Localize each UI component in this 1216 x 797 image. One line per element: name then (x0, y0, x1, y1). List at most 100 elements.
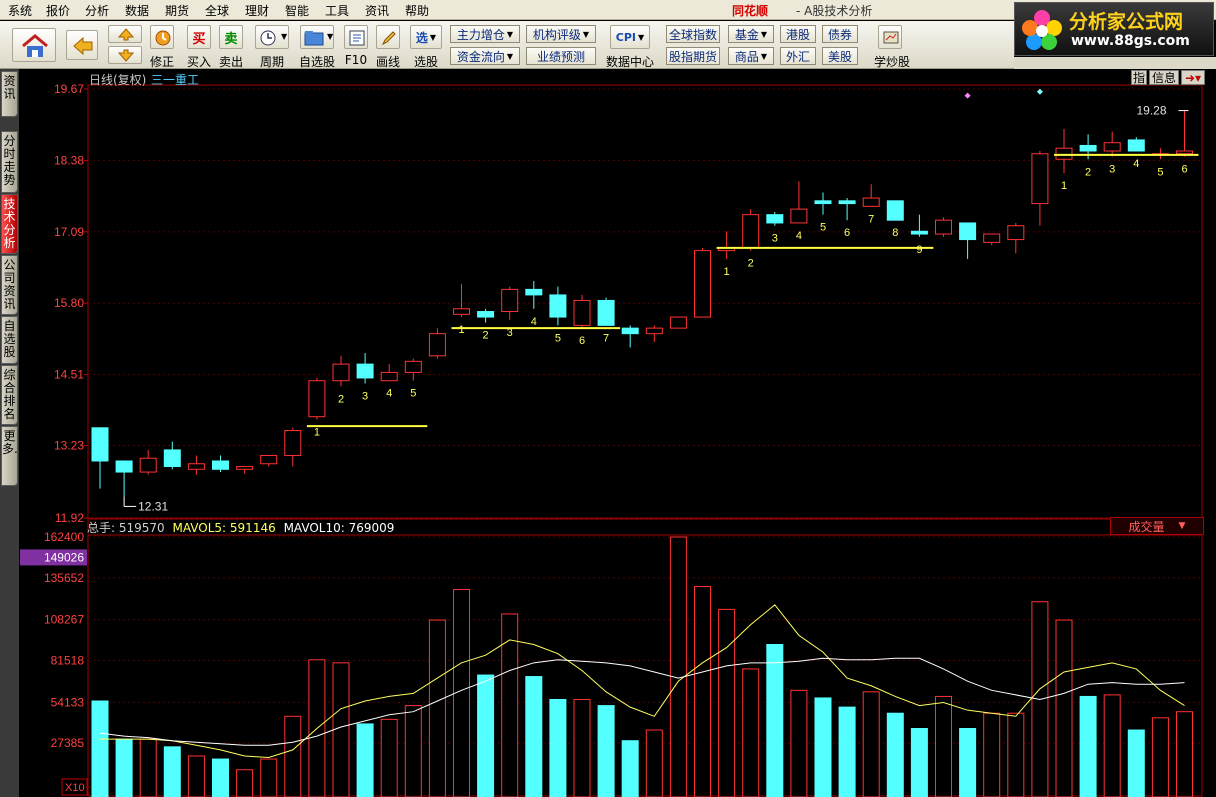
candle-body (260, 454, 278, 465)
expand-panel-button[interactable]: ➜▾ (1181, 70, 1205, 85)
home-button[interactable] (12, 28, 56, 62)
candle-body (453, 308, 470, 315)
fund-button[interactable]: 基金 ▼ (728, 25, 774, 43)
platform-count-label: 1 (724, 266, 730, 278)
platform-count-label: 7 (868, 213, 874, 225)
page-up-button[interactable] (108, 25, 142, 43)
platform-count-label: 7 (603, 332, 609, 344)
menu-futures[interactable]: 期货 (165, 2, 189, 19)
menu-smart[interactable]: 智能 (285, 2, 309, 19)
tab-watchlist[interactable]: 自选股 (1, 316, 18, 364)
institution-rating-label: 机构评级 (532, 27, 581, 42)
f10-button[interactable] (344, 25, 368, 49)
refresh-button[interactable] (150, 25, 174, 49)
tab-company[interactable]: 公司资讯 (1, 255, 18, 315)
menu-analysis[interactable]: 分析 (85, 2, 109, 19)
price-axis-label: 18.38 (54, 153, 84, 167)
tab-technical[interactable]: 技术分析 (1, 194, 18, 254)
back-button[interactable] (66, 30, 98, 60)
sell-button[interactable]: 卖 (219, 25, 243, 49)
watchlist-button[interactable]: ▼ (300, 25, 334, 49)
chevron-down-icon: ▼ (327, 32, 334, 41)
price-axis-label: 15.80 (54, 296, 84, 310)
kline-chart[interactable]: 19.67 18.38 17.09 15.80 14.51 13.23 11.92 16240… (19, 69, 1216, 797)
stock-picker-glyph: 选 (415, 30, 428, 45)
app-subtitle: - A股技术分析 (796, 4, 873, 18)
ad-url: www.88gs.com (1071, 33, 1190, 49)
menu-system[interactable]: 系统 (8, 2, 32, 19)
chart-area[interactable]: 19.67 18.38 17.09 15.80 14.51 13.23 11.92 16240… (19, 69, 1216, 797)
document-icon (349, 30, 365, 46)
stock-picker-button[interactable]: 选 ▼ (410, 25, 442, 49)
chevron-down-icon: ▼ (760, 29, 768, 39)
volume-bar (645, 729, 663, 797)
price-axis-label: 14.51 (54, 368, 84, 382)
data-center-label: 数据中心 (605, 55, 654, 69)
page-down-button[interactable] (108, 46, 142, 64)
main-force-button[interactable]: 主力增仓 ▼ (450, 25, 520, 43)
volume-bar (621, 740, 639, 797)
period-button[interactable]: ▼ (255, 25, 289, 49)
platform-count-label: 1 (1061, 180, 1067, 192)
buy-button[interactable]: 买 (187, 25, 211, 49)
learn-button[interactable] (878, 25, 902, 49)
volume-bar (332, 662, 350, 797)
hk-stock-button[interactable]: 港股 (780, 25, 816, 43)
candle-body (236, 466, 254, 470)
menu-quote[interactable]: 报价 (46, 2, 70, 19)
menu-global[interactable]: 全球 (205, 2, 229, 19)
candle-body (694, 250, 711, 318)
bond-button[interactable]: 债券 (822, 25, 858, 43)
fund-flow-button[interactable]: 资金流向 ▼ (450, 47, 520, 65)
candle-body (935, 219, 952, 235)
tab-news-label: 资讯 (3, 74, 16, 101)
earnings-forecast-button[interactable]: 业绩预测 (526, 47, 596, 65)
chevron-down-icon: ▼ (281, 32, 288, 41)
candle-body (573, 299, 591, 326)
menu-tools[interactable]: 工具 (325, 2, 349, 19)
forex-label: 外汇 (785, 49, 810, 64)
app-brand: 同花顺 (732, 4, 769, 18)
volume-bar (187, 755, 205, 797)
tab-intraday[interactable]: 分时走势 (1, 131, 18, 193)
data-center-button[interactable]: CPI ▼ (610, 25, 650, 49)
draw-line-button[interactable] (376, 25, 400, 49)
forex-button[interactable]: 外汇 (780, 47, 816, 65)
menu-data[interactable]: 数据 (125, 2, 149, 19)
clock-icon (260, 30, 276, 46)
cpi-glyph: CPI (615, 30, 637, 44)
us-stock-button[interactable]: 美股 (822, 47, 858, 65)
candle-body (983, 233, 1001, 243)
period-label: 周期 (259, 55, 284, 69)
indicator-selector[interactable]: 成交量 ▼ (1110, 517, 1204, 535)
index-futures-button[interactable]: 股指期货 (666, 47, 720, 65)
menu-finance[interactable]: 理财 (245, 2, 269, 19)
ad-banner[interactable]: 分析家公式网 www.88gs.com (1014, 2, 1214, 56)
menu-news[interactable]: 资讯 (365, 2, 389, 19)
info-button[interactable]: 信息 (1149, 70, 1179, 85)
tab-ranking[interactable]: 综合排名 (1, 365, 18, 425)
volume-bar (1127, 729, 1145, 797)
global-index-button[interactable]: 全球指数 (666, 25, 720, 43)
volume-bar (380, 718, 398, 797)
chevron-down-icon: ▼ (582, 29, 590, 39)
tab-news[interactable]: 资讯 (1, 71, 18, 117)
commodity-label: 商品 (734, 49, 759, 64)
candle-body (742, 214, 760, 249)
home-icon (22, 34, 48, 57)
highlight-value-label: 149026 (44, 550, 84, 564)
commodity-button[interactable]: 商品 ▼ (728, 47, 774, 65)
platform-count-label: 8 (892, 227, 898, 239)
menu-help[interactable]: 帮助 (405, 2, 429, 19)
info-label: 信息 (1151, 71, 1176, 85)
chevron-down-icon: ▼ (1178, 521, 1186, 531)
sell-label: 卖出 (218, 55, 243, 69)
hk-stock-label: 港股 (785, 27, 810, 42)
sell-glyph: 卖 (224, 31, 238, 47)
ad-title: 分析家公式网 (1069, 11, 1184, 33)
volume-axis-label: 27385 (51, 736, 85, 750)
institution-rating-button[interactable]: 机构评级 ▼ (526, 25, 596, 43)
tab-more[interactable]: 更多... (1, 426, 25, 486)
volume-bar (766, 644, 784, 797)
indicator-button[interactable]: 指 (1131, 70, 1147, 85)
